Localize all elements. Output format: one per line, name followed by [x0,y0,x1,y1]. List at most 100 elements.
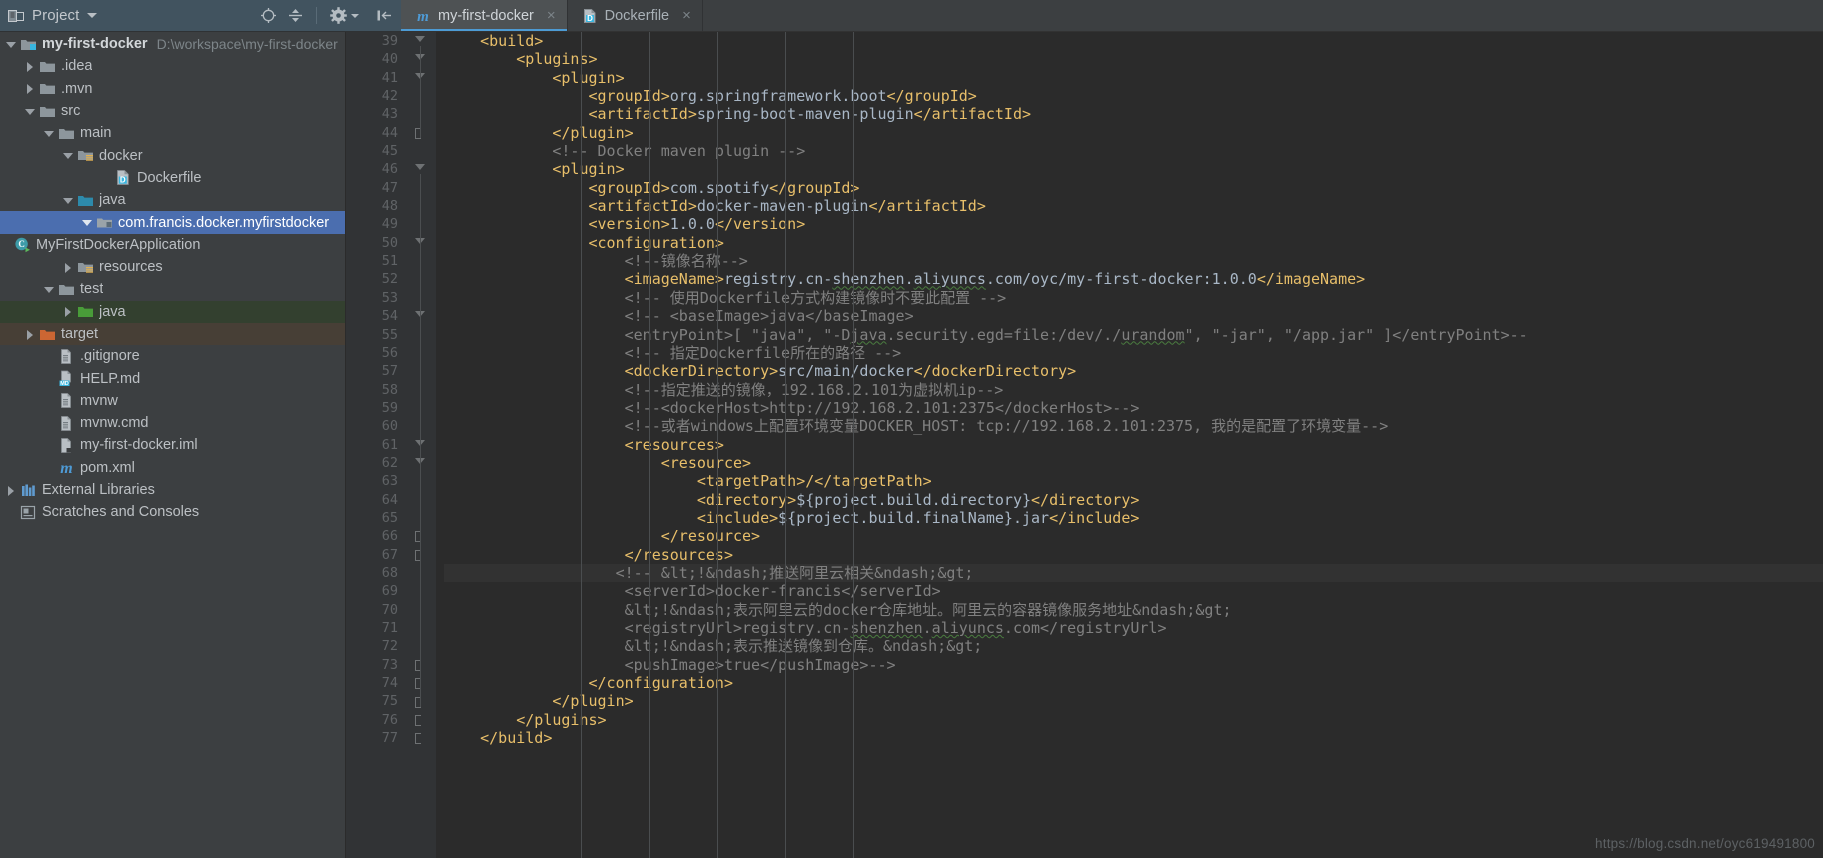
chevron-down-icon[interactable] [25,106,36,117]
tree-row-com-francis-docker-myfirstdocker[interactable]: com.francis.docker.myfirstdocker [0,211,345,234]
tree-row-docker[interactable]: docker [0,144,345,166]
code-folding-gutter[interactable]: 0 [408,32,450,858]
code-line[interactable]: <resources> [444,436,1823,454]
collapse-all-icon[interactable] [288,7,303,24]
code-content[interactable]: <build> <plugins> <plugin> <groupId>org.… [436,32,1823,858]
chevron-down-icon[interactable] [82,217,93,228]
tree-row-myfirstdockerapplication[interactable]: C MyFirstDockerApplication [0,234,345,256]
code-line[interactable]: &lt;!&ndash;表示推送镜像到仓库。&ndash;&gt; [444,637,1823,655]
locate-icon[interactable] [260,7,277,24]
gear-chevron-icon[interactable] [351,13,359,18]
fold-collapse-icon[interactable] [415,36,425,42]
tree-row-scratches-and-consoles[interactable]: Scratches and Consoles [0,501,345,523]
code-line[interactable]: <entryPoint>[ "java", "-Djava.security.e… [444,326,1823,344]
code-line[interactable]: <resource> [444,454,1823,472]
settings-gear-icon[interactable] [330,7,347,24]
tree-row-java[interactable]: java [0,189,345,211]
code-line[interactable]: <artifactId>docker-maven-plugin</artifac… [444,197,1823,215]
tree-row-test[interactable]: test [0,278,345,300]
line-number-gutter[interactable]: 39 40 41 42 43 44 45 46 47 48 49 50 51 52 53 54 55 56 57 58… [346,32,408,858]
tree-row-label: test [80,281,104,298]
tree-row-mvnw-cmd[interactable]: mvnw.cmd [0,412,345,434]
code-line[interactable]: <groupId>com.spotify</groupId> [444,179,1823,197]
code-line[interactable]: <targetPath>/</targetPath> [444,472,1823,490]
tab-my-first-docker[interactable]: m my-first-docker × [401,0,568,31]
package-icon [96,214,113,231]
code-line[interactable]: <include>${project.build.finalName}.jar<… [444,509,1823,527]
code-line[interactable]: <!-- &lt;!&ndash;推送阿里云相关&ndash;&gt; [444,563,1823,583]
tree-row-label: java [99,192,126,209]
chevron-right-icon[interactable] [25,83,36,95]
tree-row-my-first-docker[interactable]: my-first-docker D:\workspace\my-first-doc… [0,33,345,55]
code-line[interactable]: </build> [444,729,1823,747]
code-line[interactable]: <groupId>org.springframework.boot</group… [444,87,1823,105]
tree-row-java[interactable]: java [0,300,345,323]
code-line[interactable]: </resources> [444,546,1823,564]
chevron-right-icon[interactable] [63,262,74,273]
code-line[interactable]: <!--指定推送的镜像，192.168.2.101为虚拟机ip--> [444,381,1823,399]
code-line[interactable]: <!-- 使用Dockerfile方式构建镜像时不要此配置 --> [444,289,1823,307]
code-line[interactable]: <serverId>docker-francis</serverId> [444,582,1823,600]
tree-row-my-first-docker-iml[interactable]: my-first-docker.iml [0,434,345,456]
code-line[interactable]: <registryUrl>registry.cn-shenzhen.aliyun… [444,619,1823,637]
tree-row--mvn[interactable]: .mvn [0,78,345,100]
code-line[interactable]: <pushImage>true</pushImage>--> [444,656,1823,674]
code-line[interactable]: </plugin> [444,692,1823,710]
code-token: <!--镜像名称--> [444,252,748,271]
tree-row-help-md[interactable]: MD HELP.md [0,367,345,389]
code-line[interactable]: <artifactId>spring-boot-maven-plugin</ar… [444,105,1823,123]
tree-row-resources[interactable]: resources [0,256,345,278]
code-token: <artifactId> [444,105,697,124]
code-line[interactable]: <!--<dockerHost>http://192.168.2.101:237… [444,399,1823,417]
tree-row-mvnw[interactable]: mvnw [0,390,345,412]
fold-end-bracket-icon[interactable] [415,714,421,726]
code-line[interactable]: <plugin> [444,160,1823,178]
fold-collapse-icon[interactable] [415,164,425,171]
tree-row-dockerfile[interactable]: D Dockerfile [0,167,345,189]
code-line[interactable]: <configuration> [444,234,1823,252]
code-token: <targetPath> [444,472,806,491]
code-line[interactable]: </plugins> [444,711,1823,729]
tree-row--gitignore[interactable]: .gitignore [0,345,345,367]
tree-row--idea[interactable]: .idea [0,55,345,77]
code-line[interactable]: </configuration> [444,674,1823,692]
code-line[interactable]: <directory>${project.build.directory}</d… [444,491,1823,509]
code-line[interactable]: <!--镜像名称--> [444,252,1823,270]
code-line[interactable]: </resource> [444,527,1823,545]
fold-end-bracket-icon[interactable] [415,733,421,745]
tab-dockerfile[interactable]: D Dockerfile × [568,0,703,31]
project-tree[interactable]: my-first-docker D:\workspace\my-first-doc… [0,32,345,858]
code-line[interactable]: <imageName>registry.cn-shenzhen.aliyuncs… [444,270,1823,288]
code-line[interactable]: <!-- Docker maven plugin --> [444,142,1823,160]
chevron-right-icon[interactable] [25,61,36,72]
chevron-down-icon[interactable] [6,39,17,50]
code-line[interactable]: <plugins> [444,50,1823,68]
code-line[interactable]: &lt;!&ndash;表示阿里云的docker仓库地址。阿里云的容器镜像服务地… [444,601,1823,619]
tree-row-target[interactable]: target [0,322,345,346]
line-number: 49 [381,216,398,233]
chevron-right-icon[interactable] [25,329,36,340]
chevron-right-icon[interactable] [6,485,17,496]
code-line[interactable]: <build> [444,32,1823,50]
chevron-down-icon[interactable] [63,195,74,206]
code-editor[interactable]: 39 40 41 42 43 44 45 46 47 48 49 50 51 52 53 54 55 56 57 58… [346,32,1823,858]
code-line[interactable]: <!-- <baseImage>java</baseImage> [444,307,1823,325]
close-icon[interactable]: × [682,8,691,23]
chevron-right-icon[interactable] [63,306,74,318]
chevron-down-icon[interactable] [44,128,55,139]
code-line[interactable]: <!-- 指定Dockerfile所在的路径 --> [444,344,1823,362]
code-line[interactable]: <version>1.0.0</version> [444,215,1823,233]
code-line[interactable]: <plugin> [444,69,1823,87]
close-icon[interactable]: × [547,8,556,23]
chevron-down-icon[interactable] [63,150,74,161]
hide-panel-icon[interactable] [376,7,393,24]
tree-row-pom-xml[interactable]: m pom.xml [0,457,345,479]
chevron-down-icon[interactable] [87,13,98,18]
code-line[interactable]: </plugin> [444,124,1823,142]
chevron-down-icon[interactable] [44,284,55,295]
tree-row-external-libraries[interactable]: External Libraries [0,479,345,501]
tree-row-src[interactable]: src [0,100,345,122]
code-line[interactable]: <!--或者windows上配置环境变量DOCKER_HOST: tcp://1… [444,417,1823,435]
code-line[interactable]: <dockerDirectory>src/main/docker</docker… [444,362,1823,380]
tree-row-main[interactable]: main [0,122,345,144]
